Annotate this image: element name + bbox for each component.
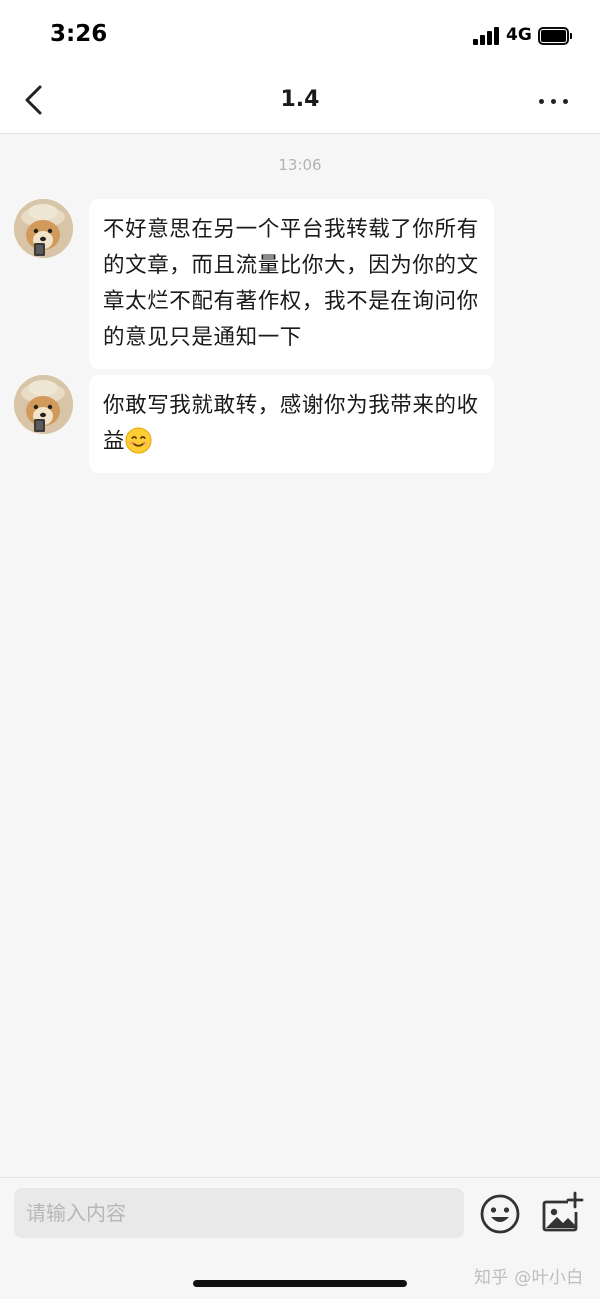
more-options-button[interactable] bbox=[530, 86, 576, 116]
watermark: 知乎 @叶小白 bbox=[474, 1268, 584, 1288]
emoji-icon bbox=[480, 1194, 520, 1234]
message-text: 不好意思在另一个平台我转载了你所有的文章，而且流量比你大，因为你的文章太烂不配有… bbox=[103, 217, 479, 350]
nav-bar: 1.4 bbox=[0, 66, 600, 134]
message-input[interactable] bbox=[14, 1188, 464, 1238]
battery-icon bbox=[538, 27, 572, 45]
signal-strength-icon bbox=[473, 27, 500, 45]
smiling-face-icon bbox=[125, 427, 152, 454]
chat-area[interactable]: 13:06 不好意思在另一个平台我转载了你所有的文章，而且流量比你大，因为你的文… bbox=[0, 135, 600, 1177]
status-bar: 3:26 4G bbox=[0, 0, 600, 66]
message-timestamp: 13:06 bbox=[278, 156, 322, 174]
chevron-left-icon bbox=[25, 85, 42, 115]
message-bubble[interactable]: 不好意思在另一个平台我转载了你所有的文章，而且流量比你大，因为你的文章太烂不配有… bbox=[89, 199, 494, 369]
add-image-button[interactable] bbox=[538, 1190, 584, 1236]
sender-avatar[interactable] bbox=[14, 375, 73, 434]
home-indicator bbox=[193, 1280, 407, 1287]
emoji-button[interactable] bbox=[478, 1192, 522, 1236]
dog-avatar-icon bbox=[14, 199, 73, 258]
sender-avatar[interactable] bbox=[14, 199, 73, 258]
dog-avatar-icon bbox=[14, 375, 73, 434]
back-button[interactable] bbox=[14, 78, 58, 122]
message-text: 你敢写我就敢转，感谢你为我带来的收益 bbox=[103, 393, 479, 454]
conversation-title: 1.4 bbox=[280, 87, 320, 112]
message-bubble[interactable]: 你敢写我就敢转，感谢你为我带来的收益 bbox=[89, 375, 494, 473]
status-time: 3:26 bbox=[50, 21, 108, 47]
input-bar: 知乎 @叶小白 bbox=[0, 1177, 600, 1299]
network-type: 4G bbox=[506, 25, 532, 45]
add-image-icon bbox=[542, 1191, 584, 1232]
